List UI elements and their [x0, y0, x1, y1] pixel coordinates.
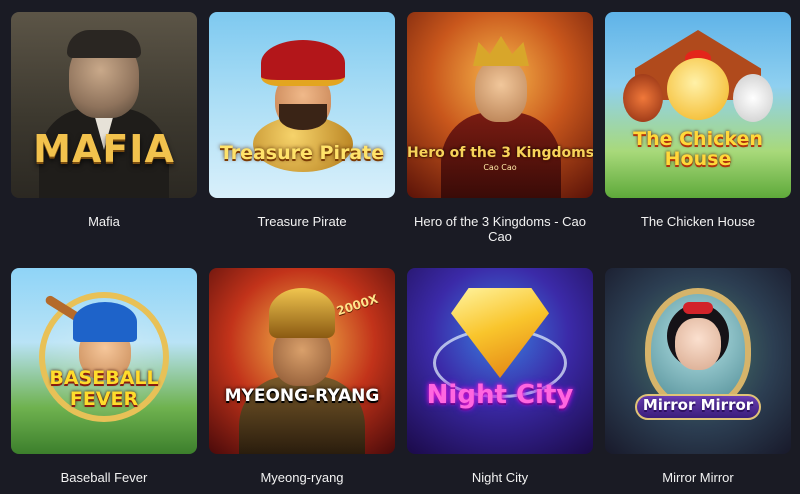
- game-thumbnail-treasure-pirate[interactable]: Treasure Pirate: [209, 12, 395, 198]
- game-thumbnail-myeong-ryang[interactable]: 2000X MYEONG-RYANG: [209, 268, 395, 454]
- game-card-treasure-pirate[interactable]: Treasure Pirate Treasure Pirate: [209, 12, 395, 229]
- game-logo: Night City: [426, 380, 574, 410]
- game-card-baseball-fever[interactable]: BASEBALL FEVER Baseball Fever: [11, 268, 197, 485]
- game-title[interactable]: Hero of the 3 Kingdoms - Cao Cao: [407, 214, 593, 244]
- hair-bow-art: [683, 302, 713, 314]
- game-card-night-city[interactable]: Night City Night City: [407, 268, 593, 485]
- game-thumbnail-chicken-house[interactable]: The Chicken House: [605, 12, 791, 198]
- game-card-myeong-ryang[interactable]: 2000X MYEONG-RYANG Myeong-ryang: [209, 268, 395, 485]
- game-thumbnail-mirror-mirror[interactable]: Mirror Mirror: [605, 268, 791, 454]
- pirate-beard-art: [279, 104, 327, 130]
- game-title[interactable]: Baseball Fever: [11, 470, 197, 485]
- game-logo: MAFIA: [33, 127, 175, 171]
- game-card-mirror-mirror[interactable]: Mirror Mirror Mirror Mirror: [605, 268, 791, 485]
- game-title[interactable]: Treasure Pirate: [209, 214, 395, 229]
- game-thumbnail-mafia[interactable]: MAFIA: [11, 12, 197, 198]
- game-logo: Treasure Pirate: [219, 142, 385, 164]
- rooster-art: [623, 74, 663, 122]
- game-logo-subtitle: Cao Cao: [483, 163, 517, 172]
- hair-art: [67, 30, 141, 58]
- princess-face-art: [675, 318, 721, 370]
- game-card-mafia[interactable]: MAFIA Mafia: [11, 12, 197, 229]
- game-title[interactable]: Mafia: [11, 214, 197, 229]
- game-title[interactable]: The Chicken House: [605, 214, 791, 229]
- game-logo: MYEONG-RYANG: [224, 386, 380, 406]
- game-title[interactable]: Mirror Mirror: [605, 470, 791, 485]
- crown-art: [473, 36, 529, 66]
- game-thumbnail-baseball-fever[interactable]: BASEBALL FEVER: [11, 268, 197, 454]
- game-logo: Hero of the 3 Kingdoms: [407, 145, 593, 161]
- pirate-hat-art: [261, 40, 345, 86]
- game-logo: The Chicken House: [633, 128, 763, 170]
- game-card-chicken-house[interactable]: The Chicken House The Chicken House: [605, 12, 791, 229]
- batting-helmet-art: [73, 302, 137, 342]
- chicken-art: [667, 58, 729, 120]
- game-title[interactable]: Night City: [407, 470, 593, 485]
- warlord-face-art: [475, 60, 527, 122]
- game-logo: Mirror Mirror: [642, 396, 754, 414]
- game-thumbnail-hero-3-kingdoms[interactable]: Hero of the 3 Kingdoms Cao Cao: [407, 12, 593, 198]
- game-thumbnail-night-city[interactable]: Night City: [407, 268, 593, 454]
- game-logo: BASEBALL FEVER: [49, 367, 159, 410]
- game-title[interactable]: Myeong-ryang: [209, 470, 395, 485]
- multiplier-badge: 2000X: [335, 291, 381, 319]
- white-hen-art: [733, 74, 773, 122]
- helmet-art: [269, 288, 335, 338]
- game-card-hero-3-kingdoms[interactable]: Hero of the 3 Kingdoms Cao Cao Hero of t…: [407, 12, 593, 244]
- game-grid: MAFIA Mafia Treasure Pirate Treasure Pir…: [0, 0, 800, 494]
